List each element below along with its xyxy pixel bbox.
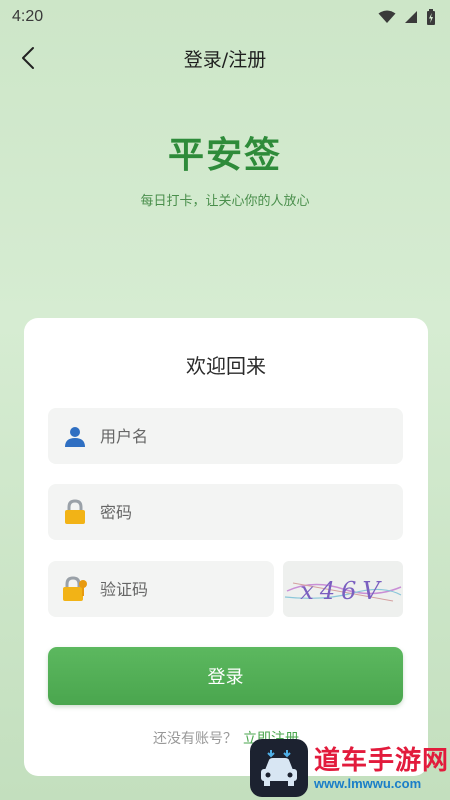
password-field[interactable] bbox=[48, 484, 403, 540]
password-input[interactable] bbox=[100, 502, 403, 522]
watermark-url: www.lmwwu.com bbox=[314, 775, 422, 791]
app-slogan: 每日打卡，让关心你的人放心 bbox=[140, 194, 310, 209]
signal-icon bbox=[405, 11, 417, 23]
username-field[interactable] bbox=[48, 408, 403, 464]
captcha-input[interactable] bbox=[100, 579, 300, 599]
watermark-text: 道车手游网 www.lmwwu.com bbox=[314, 746, 449, 791]
lock-icon bbox=[62, 499, 88, 525]
wifi-icon bbox=[378, 10, 396, 23]
battery-icon bbox=[427, 9, 435, 25]
app-bar: 登录/注册 bbox=[0, 36, 450, 80]
status-time: 4:20 bbox=[12, 8, 44, 25]
captcha-field[interactable] bbox=[48, 561, 300, 617]
no-account-text: 还没有账号？ bbox=[153, 731, 237, 747]
lock-key-icon bbox=[62, 576, 88, 602]
chevron-left-icon bbox=[22, 47, 34, 69]
user-icon bbox=[62, 423, 88, 449]
watermark-name: 道车手游网 bbox=[314, 745, 450, 776]
watermark: 道车手游网 www.lmwwu.com bbox=[250, 736, 450, 800]
card-title: 欢迎回来 bbox=[186, 354, 266, 378]
status-icons bbox=[378, 9, 436, 25]
status-bar: 4:20 bbox=[0, 0, 450, 34]
captcha-code: x46V bbox=[300, 577, 385, 605]
login-button[interactable]: 登录 bbox=[48, 647, 403, 705]
page-title: 登录/注册 bbox=[183, 48, 267, 71]
watermark-car-logo bbox=[250, 739, 308, 797]
username-input[interactable] bbox=[100, 426, 403, 446]
back-button[interactable] bbox=[14, 44, 42, 72]
app-name-title: 平安签 bbox=[167, 135, 282, 176]
login-card: 欢迎回来 用户名 验证码 x46V 登录 还没有账号？ bbox=[24, 318, 428, 776]
captcha-image[interactable]: x46V bbox=[283, 561, 403, 617]
